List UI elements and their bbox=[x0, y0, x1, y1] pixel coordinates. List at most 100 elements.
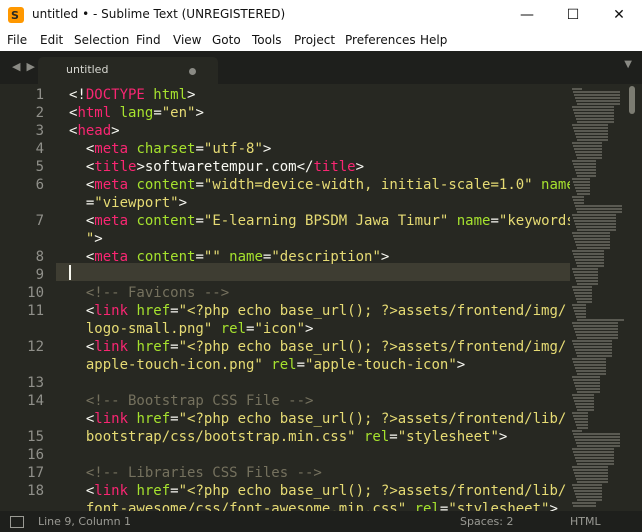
minimap-line bbox=[576, 172, 596, 174]
minimap-line bbox=[572, 196, 584, 198]
minimap-line bbox=[572, 268, 598, 270]
minimap-line bbox=[577, 175, 596, 177]
menu-file[interactable]: File bbox=[7, 33, 27, 47]
minimap-line bbox=[577, 463, 614, 465]
minimap-line bbox=[577, 247, 610, 249]
code-line: <head> bbox=[69, 123, 120, 139]
minimap-line bbox=[576, 316, 586, 318]
minimap-line bbox=[575, 259, 604, 261]
minimap-line bbox=[576, 298, 592, 300]
menu-goto[interactable]: Goto bbox=[212, 33, 241, 47]
code-line: <!-- Favicons --> bbox=[69, 285, 230, 301]
minimap-line bbox=[575, 277, 598, 279]
maximize-button[interactable]: ☐ bbox=[550, 0, 596, 30]
line-number: 8 bbox=[35, 249, 44, 265]
minimap-line bbox=[573, 145, 602, 147]
minimap-line bbox=[576, 406, 594, 408]
vertical-scrollbar[interactable] bbox=[629, 86, 635, 114]
code-line: ="viewport"> bbox=[69, 195, 188, 211]
menu-find[interactable]: Find bbox=[136, 33, 161, 47]
minimap-line bbox=[575, 439, 620, 441]
minimap-line bbox=[574, 130, 608, 132]
minimap-line bbox=[572, 124, 608, 126]
close-button[interactable]: ✕ bbox=[596, 0, 642, 30]
minimap-line bbox=[574, 166, 596, 168]
minimap-line bbox=[573, 199, 584, 201]
minimap-line bbox=[573, 181, 590, 183]
minimap-line bbox=[577, 139, 608, 141]
minimap-line bbox=[575, 97, 620, 99]
tab-dropdown-icon[interactable]: ▼ bbox=[624, 59, 632, 70]
line-number: 13 bbox=[27, 375, 44, 391]
minimap-line bbox=[574, 202, 584, 204]
menu-view[interactable]: View bbox=[173, 33, 201, 47]
minimap-line bbox=[573, 379, 600, 381]
minimap-line bbox=[574, 148, 602, 150]
tab-untitled[interactable]: untitled bbox=[38, 57, 218, 84]
line-number: 12 bbox=[27, 339, 44, 355]
minimap-line bbox=[572, 466, 608, 468]
tab-nav-arrows-icon[interactable]: ◀▶ bbox=[12, 60, 41, 73]
minimap-line bbox=[572, 484, 602, 486]
line-number: 15 bbox=[27, 429, 44, 445]
minimap[interactable] bbox=[570, 84, 628, 511]
menu-help[interactable]: Help bbox=[420, 33, 447, 47]
minimap-line bbox=[576, 262, 604, 264]
minimap-line bbox=[576, 388, 600, 390]
minimap-line bbox=[576, 208, 622, 210]
menu-tools[interactable]: Tools bbox=[252, 33, 282, 47]
minimap-line bbox=[577, 211, 622, 213]
minimap-line bbox=[577, 283, 598, 285]
code-line: "> bbox=[69, 231, 103, 247]
sublime-text-icon: S bbox=[8, 7, 24, 23]
minimap-line bbox=[577, 337, 618, 339]
code-line: <meta charset="utf-8"> bbox=[69, 141, 272, 157]
text-caret bbox=[69, 265, 71, 280]
minimap-line bbox=[574, 274, 598, 276]
code-line: <title>softwaretempur.com</title> bbox=[69, 159, 365, 175]
minimap-line bbox=[576, 190, 590, 192]
minimap-line bbox=[576, 280, 598, 282]
menu-edit[interactable]: Edit bbox=[40, 33, 63, 47]
minimap-line bbox=[574, 436, 620, 438]
code-line: <meta content="width=device-width, initi… bbox=[69, 177, 570, 193]
minimap-line bbox=[573, 217, 616, 219]
menu-selection[interactable]: Selection bbox=[74, 33, 129, 47]
indentation-setting[interactable]: Spaces: 2 bbox=[460, 515, 513, 528]
unsaved-dot-icon[interactable] bbox=[189, 68, 196, 75]
minimap-line bbox=[572, 178, 590, 180]
minimap-line bbox=[577, 373, 606, 375]
minimap-line bbox=[572, 358, 606, 360]
minimap-line bbox=[572, 106, 614, 108]
minimap-line bbox=[575, 457, 614, 459]
minimap-line bbox=[573, 433, 620, 435]
minimap-line bbox=[572, 376, 600, 378]
code-editor[interactable]: <!DOCTYPE html> <html lang="en"> <head> <m… bbox=[56, 84, 570, 511]
line-number: 1 bbox=[35, 87, 44, 103]
minimap-line bbox=[574, 364, 606, 366]
minimap-line bbox=[573, 127, 608, 129]
syntax-setting[interactable]: HTML bbox=[570, 515, 601, 528]
minimap-line bbox=[572, 250, 604, 252]
minimap-line bbox=[575, 349, 612, 351]
menu-bar: File Edit Selection Find View Goto Tools… bbox=[0, 30, 642, 51]
cursor-position: Line 9, Column 1 bbox=[38, 515, 132, 528]
minimap-line bbox=[577, 193, 590, 195]
minimap-line bbox=[577, 481, 608, 483]
menu-project[interactable]: Project bbox=[294, 33, 335, 47]
line-number: 9 bbox=[35, 267, 44, 283]
code-line: <!-- Bootstrap CSS File --> bbox=[69, 393, 314, 409]
minimap-line bbox=[574, 454, 614, 456]
minimap-line bbox=[575, 115, 614, 117]
minimap-line bbox=[573, 415, 588, 417]
minimap-line bbox=[575, 205, 622, 207]
code-line: apple-touch-icon.png" rel="apple-touch-i… bbox=[69, 357, 466, 373]
minimap-line bbox=[577, 319, 624, 321]
panel-toggle-icon[interactable] bbox=[10, 516, 24, 528]
minimap-line bbox=[575, 241, 610, 243]
minimap-line bbox=[575, 151, 602, 153]
minimap-line bbox=[572, 412, 588, 414]
menu-preferences[interactable]: Preferences bbox=[345, 33, 416, 47]
line-number-gutter: 1 2 3 4 5 6 7 8 9 10 11 12 13 14 15 16 17 18 bbox=[0, 84, 56, 511]
minimize-button[interactable]: — bbox=[504, 0, 550, 30]
